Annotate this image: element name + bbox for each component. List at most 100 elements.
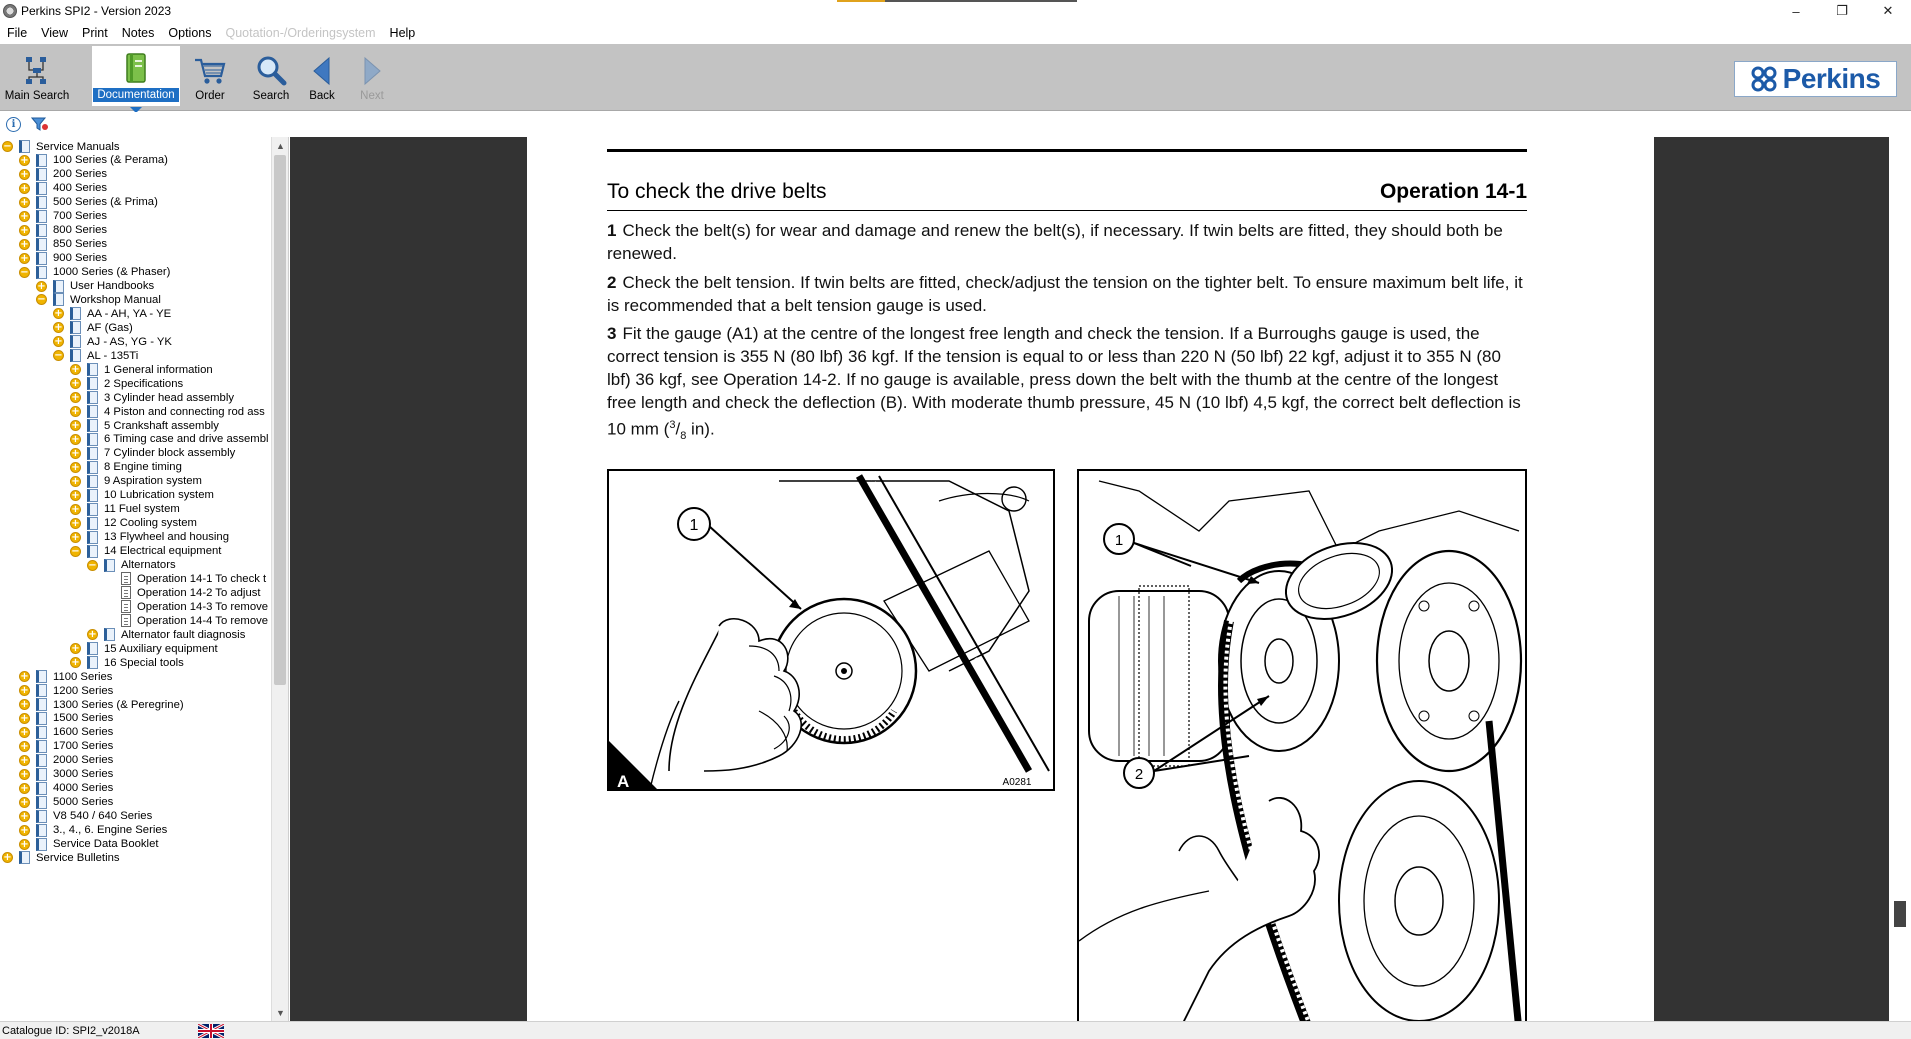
tree-scroll-thumb[interactable]: [274, 155, 286, 685]
uk-flag-icon[interactable]: [198, 1023, 224, 1038]
info-icon[interactable]: i: [6, 116, 21, 132]
collapse-icon[interactable]: −: [36, 294, 47, 306]
navigation-tree-panel: − Service Manuals +100 Series (& Perama) +2…: [0, 137, 289, 1021]
expand-icon[interactable]: +: [19, 838, 30, 850]
expand-icon[interactable]: +: [19, 224, 30, 236]
expand-icon[interactable]: +: [19, 726, 30, 738]
document-scroll-thumb[interactable]: [1894, 901, 1906, 927]
tree-item-label: 1100 Series: [53, 670, 113, 683]
expand-icon[interactable]: +: [19, 252, 30, 264]
expand-icon[interactable]: +: [70, 531, 81, 543]
expand-icon[interactable]: +: [19, 182, 30, 194]
menu-notes[interactable]: Notes: [115, 26, 162, 40]
expand-icon[interactable]: +: [19, 824, 30, 836]
expand-icon[interactable]: +: [70, 378, 81, 390]
next-label: Next: [360, 90, 384, 102]
expand-icon[interactable]: +: [36, 280, 47, 292]
expand-icon[interactable]: +: [70, 475, 81, 487]
expand-icon[interactable]: +: [19, 671, 30, 683]
perkins-emblem-icon: [1751, 66, 1777, 92]
menu-options[interactable]: Options: [161, 26, 218, 40]
menu-print[interactable]: Print: [75, 26, 115, 40]
title-bar: Perkins SPI2 - Version 2023 – ❐ ✕: [0, 0, 1911, 22]
window-title: Perkins SPI2 - Version 2023: [21, 4, 172, 18]
tree-item-label: 8 Engine timing: [104, 461, 182, 474]
expand-icon[interactable]: +: [19, 810, 30, 822]
expand-icon[interactable]: +: [70, 447, 81, 459]
tree-item-label: 14 Electrical equipment: [104, 545, 222, 558]
expand-icon[interactable]: +: [19, 712, 30, 724]
step-3: 3 Fit the gauge (A1) at the centre of the…: [607, 324, 1521, 443]
order-button[interactable]: Order: [188, 46, 232, 106]
collapse-icon[interactable]: −: [53, 350, 64, 362]
tree-item[interactable]: + Service Bulletins: [2, 849, 120, 866]
tree-item-label: 900 Series: [53, 252, 108, 265]
tree-scrollbar[interactable]: ▲ ▼: [271, 137, 288, 1021]
main-search-button[interactable]: Main Search: [2, 46, 72, 106]
step-3-text: Fit the gauge (A1) at the centre of the …: [607, 324, 1521, 439]
scroll-down-icon[interactable]: ▼: [272, 1004, 289, 1021]
tree-item-label: AJ - AS, YG - YK: [87, 335, 172, 348]
tree-item-label: 1000 Series (& Phaser): [53, 266, 171, 279]
tree-item-label: 2000 Series: [53, 754, 114, 767]
expand-icon[interactable]: +: [19, 796, 30, 808]
expand-icon[interactable]: +: [70, 503, 81, 515]
expand-icon[interactable]: +: [19, 154, 30, 166]
expand-icon[interactable]: +: [19, 768, 30, 780]
menu-quotation-ordering: Quotation-/Orderingsystem: [225, 26, 376, 40]
tree-item-label: 4000 Series: [53, 782, 114, 795]
search-button[interactable]: Search: [248, 46, 294, 106]
figure-a-corner-label: A: [617, 772, 629, 791]
restore-button[interactable]: ❐: [1819, 0, 1865, 22]
close-button[interactable]: ✕: [1865, 0, 1911, 22]
expand-icon[interactable]: +: [19, 699, 30, 710]
expand-icon[interactable]: +: [53, 322, 64, 334]
menu-help[interactable]: Help: [383, 26, 423, 40]
collapse-icon[interactable]: −: [19, 266, 30, 278]
minimize-button[interactable]: –: [1773, 0, 1819, 22]
expand-icon[interactable]: +: [19, 210, 30, 222]
main-search-icon: [26, 57, 46, 84]
expand-icon[interactable]: +: [87, 629, 98, 641]
document-scrollbar[interactable]: [1889, 137, 1911, 1021]
section-title: To check the drive belts: [607, 179, 827, 203]
filter-icon[interactable]: [31, 116, 49, 132]
scroll-up-icon[interactable]: ▲: [272, 137, 289, 154]
document-viewer: To check the drive belts Operation 14-1 …: [290, 137, 1889, 1021]
tree-item-label: Service Bulletins: [36, 851, 120, 864]
expand-icon[interactable]: +: [70, 489, 81, 501]
expand-icon[interactable]: +: [19, 196, 30, 208]
menu-view[interactable]: View: [34, 26, 75, 40]
tree-item-label: 200 Series: [53, 168, 108, 181]
expand-icon[interactable]: +: [19, 754, 30, 766]
expand-icon[interactable]: +: [53, 336, 64, 348]
documentation-button[interactable]: Documentation: [92, 46, 180, 113]
expand-icon[interactable]: +: [70, 643, 81, 655]
back-button[interactable]: Back: [304, 46, 340, 106]
menu-file[interactable]: File: [0, 26, 34, 40]
tree-item-label: 500 Series (& Prima): [53, 196, 158, 209]
expand-icon[interactable]: +: [2, 852, 13, 864]
expand-icon[interactable]: +: [70, 406, 81, 418]
expand-icon[interactable]: +: [19, 782, 30, 794]
expand-icon[interactable]: +: [70, 657, 81, 669]
collapse-icon[interactable]: −: [70, 545, 81, 557]
expand-icon[interactable]: +: [70, 420, 81, 431]
documentation-label: Documentation: [93, 88, 179, 102]
tree-item-label: 5 Crankshaft assembly: [104, 419, 219, 432]
expand-icon[interactable]: +: [19, 740, 30, 752]
expand-icon[interactable]: +: [70, 433, 81, 445]
tree-item-label: 13 Flywheel and housing: [104, 531, 229, 544]
collapse-icon[interactable]: −: [2, 141, 13, 152]
expand-icon[interactable]: +: [53, 308, 64, 320]
search-label: Search: [252, 90, 290, 102]
expand-icon[interactable]: +: [70, 392, 81, 404]
expand-icon[interactable]: +: [70, 461, 81, 473]
expand-icon[interactable]: +: [19, 238, 30, 250]
expand-icon[interactable]: +: [70, 364, 81, 376]
expand-icon[interactable]: +: [70, 517, 81, 529]
collapse-icon[interactable]: −: [87, 559, 98, 571]
expand-icon[interactable]: +: [19, 685, 30, 697]
expand-icon[interactable]: +: [19, 168, 30, 180]
